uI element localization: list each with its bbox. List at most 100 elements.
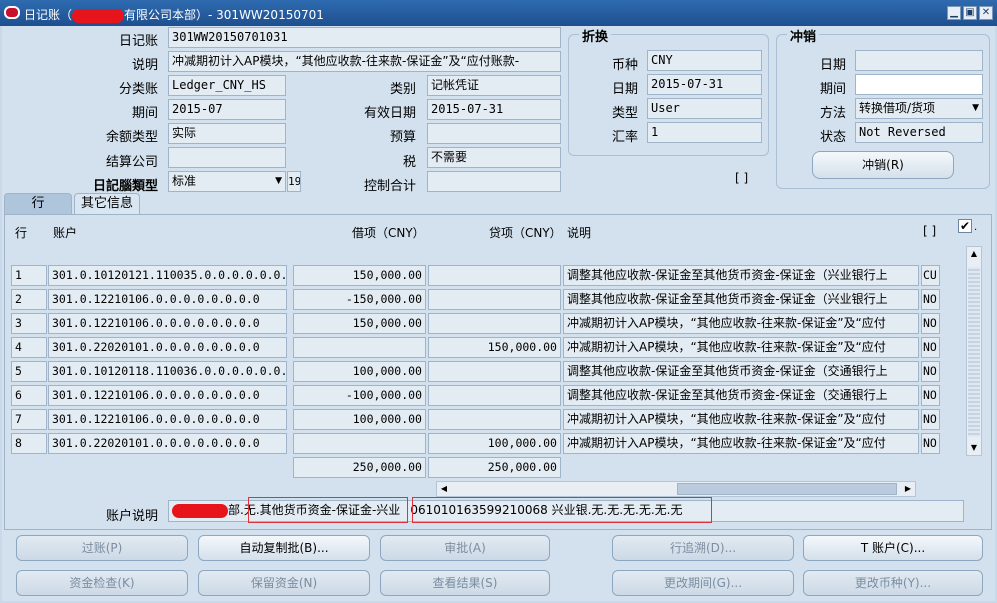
tab-lines[interactable]: 行 (4, 193, 72, 215)
t-account-button[interactable]: T 账户(C)... (803, 535, 983, 561)
exchange-rate-field[interactable]: 1 (647, 122, 762, 143)
line-number-cell[interactable]: 4 (11, 337, 47, 358)
credit-cell[interactable] (428, 409, 561, 430)
window-title-suffix: 有限公司本部）- 301WW20150701 (124, 8, 324, 22)
credit-cell[interactable]: 100,000.00 (428, 433, 561, 454)
line-description-cell[interactable]: 调整其他应收款-保证金至其他货币资金-保证金（兴业银行上 (563, 265, 919, 286)
reserve-funds-button[interactable]: 保留资金(N) (198, 570, 370, 596)
account-cell[interactable]: 301.0.22020101.0.0.0.0.0.0.0.0 (48, 337, 287, 358)
line-number-cell[interactable]: 8 (11, 433, 47, 454)
budget-label: 预算 (389, 130, 416, 145)
conversion-date-field[interactable]: 2015-07-31 (647, 74, 762, 95)
ledger-field[interactable]: Ledger_CNY_HS (168, 75, 286, 96)
account-cell[interactable]: 301.0.10120121.110035.0.0.0.0.0.0.0 (48, 265, 287, 286)
post-button[interactable]: 过账(P) (16, 535, 188, 561)
flex-cell[interactable]: NO (921, 289, 940, 310)
line-description-cell[interactable]: 调整其他应收款-保证金至其他货币资金-保证金（交通银行上 (563, 361, 919, 382)
credit-cell[interactable] (428, 385, 561, 406)
maximize-icon[interactable]: ▣ (963, 6, 977, 20)
control-total-field[interactable] (427, 171, 561, 192)
description-field[interactable]: 冲减期初计入AP模块，“其他应收款-往来款-保证金”及“应付账款- (168, 51, 561, 72)
view-results-button[interactable]: 查看结果(S) (380, 570, 550, 596)
budget-field[interactable] (427, 123, 561, 144)
change-currency-button[interactable]: 更改币种(Y)... (803, 570, 983, 596)
chevron-down-icon[interactable]: ▼ (275, 172, 282, 191)
debit-cell[interactable]: 150,000.00 (293, 265, 426, 286)
scroll-up-icon[interactable]: ▲ (967, 247, 981, 261)
flex-cell[interactable]: NO (921, 361, 940, 382)
conversion-type-field[interactable]: User (647, 98, 762, 119)
line-number-cell[interactable]: 3 (11, 313, 47, 334)
reversal-date-field[interactable] (855, 50, 983, 71)
reversal-period-field[interactable] (855, 74, 983, 95)
debit-cell[interactable]: 100,000.00 (293, 409, 426, 430)
debit-cell[interactable] (293, 337, 426, 358)
flex-bracket[interactable]: [ ] (735, 171, 767, 191)
flex-cell[interactable]: NO (921, 313, 940, 334)
line-description-cell[interactable]: 调整其他应收款-保证金至其他货币资金-保证金（交通银行上 (563, 385, 919, 406)
scroll-left-icon[interactable]: ◀ (437, 482, 451, 496)
journal-name-field[interactable]: 301WW20150701031 (168, 27, 561, 48)
debit-cell[interactable]: -100,000.00 (293, 385, 426, 406)
category-field[interactable]: 记帐凭证 (427, 75, 561, 96)
lines-vertical-scrollbar[interactable]: ▲ ▼ (966, 246, 982, 456)
flex-cell[interactable]: NO (921, 433, 940, 454)
line-number-cell[interactable]: 1 (11, 265, 47, 286)
account-cell[interactable]: 301.0.12210106.0.0.0.0.0.0.0.0 (48, 313, 287, 334)
flex-cell[interactable]: NO (921, 409, 940, 430)
minimize-icon[interactable]: ▁ (947, 6, 961, 20)
account-cell[interactable]: 301.0.12210106.0.0.0.0.0.0.0.0 (48, 385, 287, 406)
debit-cell[interactable] (293, 433, 426, 454)
line-description-cell[interactable]: 冲减期初计入AP模块，“其他应收款-往来款-保证金”及“应付 (563, 337, 919, 358)
line-description-cell[interactable]: 冲减期初计入AP模块，“其他应收款-往来款-保证金”及“应付 (563, 409, 919, 430)
line-drilldown-button[interactable]: 行追溯(D)... (612, 535, 794, 561)
credit-cell[interactable] (428, 289, 561, 310)
scroll-down-icon[interactable]: ▼ (967, 441, 981, 455)
exchange-rate-label: 汇率 (611, 130, 638, 145)
account-cell[interactable]: 301.0.10120118.110036.0.0.0.0.0.0.0 (48, 361, 287, 382)
select-all-checkbox[interactable]: ✔ (958, 219, 972, 233)
tab-other-info[interactable]: 其它信息 (74, 193, 140, 215)
approve-button[interactable]: 审批(A) (380, 535, 550, 561)
debit-cell[interactable]: 150,000.00 (293, 313, 426, 334)
line-number-cell[interactable]: 2 (11, 289, 47, 310)
funds-check-button[interactable]: 资金检查(K) (16, 570, 188, 596)
period-field[interactable]: 2015-07 (168, 99, 286, 120)
credit-cell[interactable] (428, 265, 561, 286)
balance-type-field[interactable]: 实际 (168, 123, 286, 144)
tax-field[interactable]: 不需要 (427, 147, 561, 168)
horizontal-scroll-thumb[interactable] (677, 483, 897, 495)
line-number-cell[interactable]: 6 (11, 385, 47, 406)
debit-cell[interactable]: -150,000.00 (293, 289, 426, 310)
flex-cell[interactable]: NO (921, 337, 940, 358)
line-description-cell[interactable]: 冲减期初计入AP模块，“其他应收款-往来款-保证金”及“应付 (563, 313, 919, 334)
chevron-down-icon[interactable]: ▼ (972, 99, 979, 118)
flex-cell[interactable]: NO (921, 385, 940, 406)
credit-cell[interactable]: 150,000.00 (428, 337, 561, 358)
scroll-right-icon[interactable]: ▶ (901, 482, 915, 496)
account-cell[interactable]: 301.0.22020101.0.0.0.0.0.0.0.0 (48, 433, 287, 454)
line-number-cell[interactable]: 7 (11, 409, 47, 430)
reverse-button[interactable]: 冲销(R) (812, 151, 954, 179)
reversal-method-select[interactable]: 转换借项/货项 ▼ (855, 98, 983, 119)
currency-field[interactable]: CNY (647, 50, 762, 71)
credit-cell[interactable] (428, 313, 561, 334)
line-description-cell[interactable]: 调整其他应收款-保证金至其他货币资金-保证金（兴业银行上 (563, 289, 919, 310)
credit-cell[interactable] (428, 361, 561, 382)
effective-date-field[interactable]: 2015-07-31 (427, 99, 561, 120)
change-period-button[interactable]: 更改期间(G)... (612, 570, 794, 596)
account-cell[interactable]: 301.0.12210106.0.0.0.0.0.0.0.0 (48, 409, 287, 430)
control-total-label: 控制合计 (363, 179, 416, 194)
flex-cell[interactable]: CU (921, 265, 940, 286)
vertical-scroll-track[interactable] (968, 267, 980, 437)
line-description-cell[interactable]: 冲减期初计入AP模块，“其他应收款-往来款-保证金”及“应付 (563, 433, 919, 454)
settlement-company-field[interactable] (168, 147, 286, 168)
autocopy-batch-button[interactable]: 自动复制批(B)... (198, 535, 370, 561)
journal-type-select[interactable]: 标准 ▼ (168, 171, 286, 192)
redacted-segment (172, 503, 228, 518)
account-cell[interactable]: 301.0.12210106.0.0.0.0.0.0.0.0 (48, 289, 287, 310)
close-icon[interactable]: ✕ (979, 6, 993, 20)
lines-horizontal-scrollbar[interactable]: ◀ ▶ (436, 481, 916, 497)
line-number-cell[interactable]: 5 (11, 361, 47, 382)
debit-cell[interactable]: 100,000.00 (293, 361, 426, 382)
